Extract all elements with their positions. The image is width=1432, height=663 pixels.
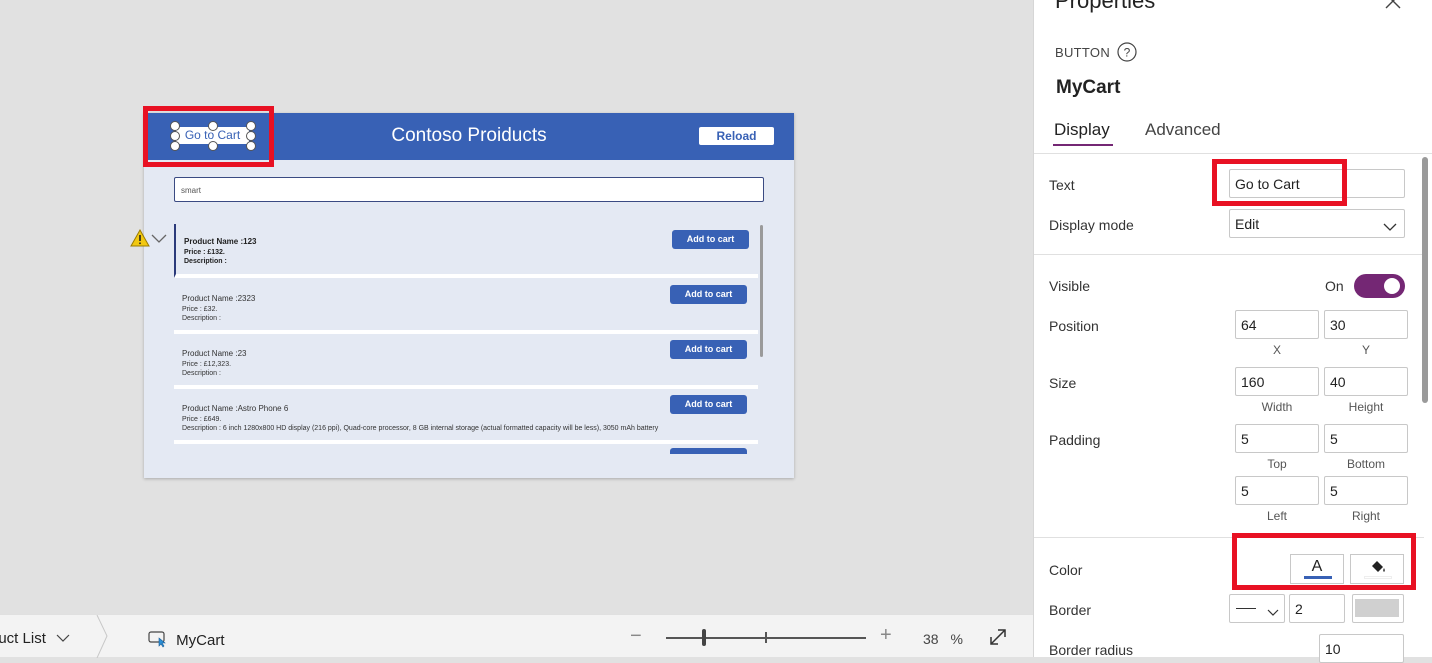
product-name: Product Name :23	[182, 349, 247, 358]
list-item[interactable]: Product Name :123 Price : £132. Descript…	[174, 224, 758, 278]
product-name: Product Name :2323	[182, 294, 256, 303]
bottom-caption: Bottom	[1346, 457, 1385, 471]
search-input[interactable]: smart	[174, 177, 764, 202]
product-gallery[interactable]: Product Name :123 Price : £132. Descript…	[174, 224, 764, 454]
color-label: Color	[1049, 562, 1083, 578]
right-caption: Right	[1351, 509, 1380, 523]
list-item[interactable]: Product Name :Astro Phone 6 Price : £649…	[174, 389, 758, 444]
visible-label: Visible	[1049, 278, 1090, 294]
highlight-box	[1212, 159, 1347, 206]
padding-left-field[interactable]: 5	[1235, 476, 1319, 505]
tab-advanced[interactable]: Advanced	[1145, 120, 1221, 140]
status-bar: duct List MyCart − + 38 %	[0, 614, 1033, 659]
gallery-scrollbar[interactable]	[760, 225, 763, 357]
help-icon[interactable]: ?	[1116, 41, 1138, 68]
list-item[interactable]: Product Name :2323 Price : £32. Descript…	[174, 279, 758, 334]
tab-active-indicator	[1053, 144, 1113, 146]
top-caption: Top	[1267, 457, 1287, 471]
add-to-cart-button[interactable]: Add to cart	[670, 285, 747, 304]
border-color-picker[interactable]	[1352, 594, 1404, 623]
highlight-box	[143, 106, 274, 167]
breadcrumb-screen-label: duct List	[0, 630, 46, 647]
button-control-icon	[148, 630, 168, 652]
design-canvas[interactable]: Contoso Proiducts Go to Cart Reload smar…	[0, 0, 1033, 614]
add-to-cart-button[interactable]: Add to cart	[670, 395, 747, 414]
border-style-select[interactable]	[1229, 594, 1285, 623]
padding-label: Padding	[1049, 432, 1101, 448]
zoom-slider-thumb[interactable]	[702, 629, 706, 646]
add-to-cart-button[interactable]: Add to cart	[672, 230, 749, 249]
border-style-line	[1236, 608, 1256, 609]
add-to-cart-button[interactable]: Add to cart	[670, 340, 747, 359]
border-radius-field[interactable]: 10	[1319, 634, 1404, 663]
divider	[1034, 254, 1424, 255]
visible-toggle[interactable]	[1354, 274, 1405, 298]
panel-title: Properties	[1055, 0, 1156, 13]
position-label: Position	[1049, 318, 1099, 334]
control-name[interactable]: MyCart	[1056, 77, 1120, 99]
left-caption: Left	[1266, 509, 1287, 523]
text-label: Text	[1049, 177, 1075, 193]
tab-display[interactable]: Display	[1054, 120, 1110, 140]
product-description: Description :	[184, 258, 227, 265]
zoom-unit: %	[950, 631, 963, 647]
divider	[1034, 153, 1432, 154]
height-caption: Height	[1348, 400, 1384, 414]
padding-top-field[interactable]: 5	[1235, 424, 1319, 453]
product-description: Description :	[182, 370, 221, 377]
product-description: Description : 6 inch 1280x800 HD display…	[182, 425, 659, 432]
product-name: Product Name :123	[184, 237, 257, 246]
warning-icon[interactable]	[130, 228, 150, 252]
visible-state: On	[1325, 278, 1344, 294]
product-description: Description :	[182, 315, 221, 322]
breadcrumb-control-label: MyCart	[176, 632, 225, 649]
add-to-cart-button-partial[interactable]	[670, 448, 747, 454]
list-item[interactable]: Product Name :23 Price : £12,323. Descri…	[174, 334, 758, 389]
product-price: Price : £12,323.	[182, 361, 232, 368]
chevron-down-icon[interactable]	[151, 231, 167, 249]
zoom-number: 38	[923, 631, 939, 647]
svg-text:?: ?	[1124, 46, 1131, 60]
height-field[interactable]: 40	[1324, 367, 1408, 396]
zoom-out-icon[interactable]: −	[630, 625, 642, 648]
breadcrumb-separator-icon	[96, 614, 108, 663]
panel-scrollbar[interactable]	[1422, 157, 1428, 403]
display-mode-label: Display mode	[1049, 217, 1134, 233]
border-width-field[interactable]: 2	[1289, 594, 1345, 623]
control-type: BUTTON	[1055, 45, 1111, 60]
product-price: Price : £32.	[182, 306, 218, 313]
highlight-box	[1232, 533, 1416, 590]
size-label: Size	[1049, 375, 1077, 391]
product-price: Price : £132.	[184, 249, 225, 256]
toggle-knob	[1384, 278, 1400, 294]
position-x-field[interactable]: 64	[1235, 310, 1319, 339]
app-screen: Contoso Proiducts Go to Cart Reload smar…	[144, 113, 794, 478]
display-mode-select[interactable]: Edit	[1229, 209, 1405, 238]
zoom-in-icon[interactable]: +	[880, 624, 892, 647]
chevron-down-icon	[1267, 604, 1279, 620]
zoom-slider-tick	[765, 632, 767, 643]
properties-panel: Properties BUTTON ? MyCart Display Advan…	[1033, 0, 1432, 663]
breadcrumb-screen[interactable]: duct List	[0, 630, 70, 647]
breadcrumb-control[interactable]: MyCart	[148, 630, 225, 652]
position-y-field[interactable]: 30	[1324, 310, 1408, 339]
width-caption: Width	[1261, 400, 1293, 414]
reload-button[interactable]: Reload	[698, 126, 775, 146]
x-caption: X	[1272, 343, 1281, 357]
padding-bottom-field[interactable]: 5	[1324, 424, 1408, 453]
chevron-down-icon	[56, 630, 70, 647]
border-color-swatch	[1355, 599, 1399, 617]
width-field[interactable]: 160	[1235, 367, 1319, 396]
chevron-down-icon	[1383, 219, 1397, 235]
product-price: Price : £649.	[182, 416, 222, 423]
product-name: Product Name :Astro Phone 6	[182, 404, 289, 413]
close-icon[interactable]	[1384, 0, 1402, 16]
border-radius-label: Border radius	[1049, 642, 1134, 658]
fullscreen-icon[interactable]	[988, 627, 1008, 652]
padding-right-field[interactable]: 5	[1324, 476, 1408, 505]
y-caption: Y	[1361, 343, 1370, 357]
border-label: Border	[1049, 602, 1092, 618]
display-mode-value: Edit	[1235, 216, 1260, 232]
zoom-level: 38 %	[923, 631, 963, 647]
